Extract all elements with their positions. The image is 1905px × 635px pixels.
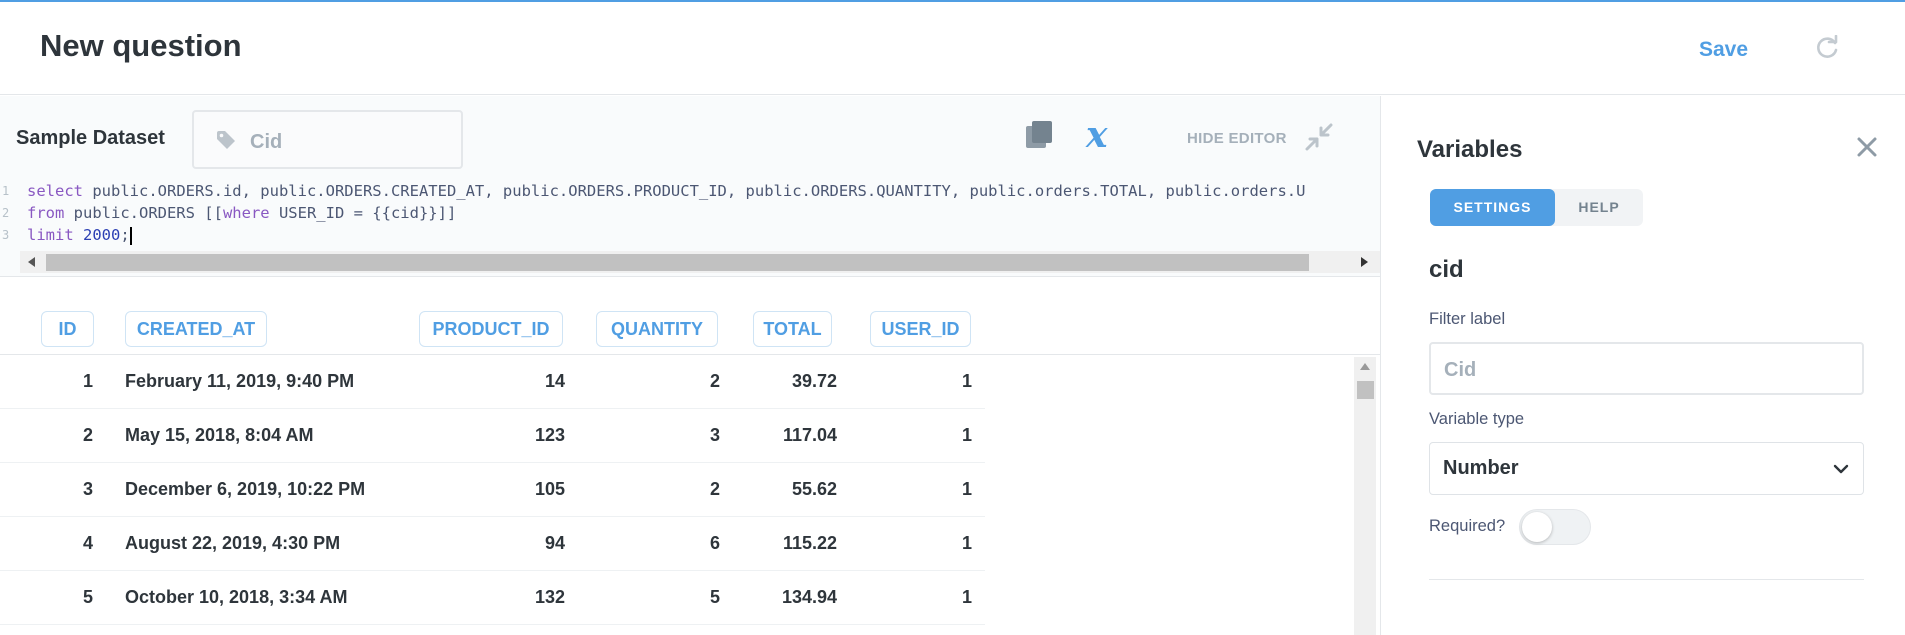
cell-quantity[interactable]: 2: [710, 371, 720, 392]
cell-user-id[interactable]: 1: [962, 479, 972, 500]
scroll-right-arrow-icon[interactable]: [1361, 257, 1368, 267]
chevron-down-icon: [1833, 464, 1849, 474]
refresh-icon[interactable]: [1814, 35, 1840, 61]
column-header-created-at[interactable]: CREATED_AT: [125, 311, 267, 347]
snippets-icon[interactable]: [1024, 120, 1054, 150]
page-title: New question: [40, 28, 242, 63]
cell-id[interactable]: 1: [83, 371, 93, 392]
cell-quantity[interactable]: 5: [710, 587, 720, 608]
line-number: 2: [2, 206, 10, 220]
line-number: 1: [2, 184, 10, 198]
cell-product-id[interactable]: 14: [545, 371, 565, 392]
tab-settings[interactable]: SETTINGS: [1430, 189, 1555, 226]
code-text: from public.ORDERS [[where USER_ID = {{c…: [27, 202, 456, 224]
variable-type-label: Variable type: [1429, 410, 1525, 428]
cell-user-id[interactable]: 1: [962, 425, 972, 446]
horizontal-scroll-thumb[interactable]: [46, 254, 1309, 271]
panel-title: Variables: [1417, 136, 1523, 163]
sql-keyword: where: [222, 204, 270, 222]
sql-keyword: from: [27, 204, 65, 222]
cell-total[interactable]: 55.62: [792, 479, 837, 500]
filter-label-label: Filter label: [1429, 310, 1506, 328]
contract-icon[interactable]: [1304, 122, 1334, 152]
horizontal-scrollbar[interactable]: [20, 251, 1380, 273]
cell-user-id[interactable]: 1: [962, 371, 972, 392]
toggle-knob: [1522, 512, 1552, 542]
cell-quantity[interactable]: 2: [710, 479, 720, 500]
cell-total[interactable]: 115.22: [783, 533, 837, 554]
cell-product-id[interactable]: 94: [545, 533, 565, 554]
cell-id[interactable]: 5: [83, 587, 93, 608]
panel-divider: [1429, 579, 1864, 580]
tab-help[interactable]: HELP: [1555, 189, 1643, 226]
line-number: 3: [2, 228, 10, 242]
native-query-editor: Sample Dataset Cid x HIDE EDITOR 1 select…: [0, 96, 1380, 276]
column-header-total[interactable]: TOTAL: [753, 311, 832, 347]
cell-product-id[interactable]: 123: [535, 425, 565, 446]
required-label: Required?: [1429, 517, 1506, 535]
scroll-up-arrow-icon[interactable]: [1360, 363, 1370, 370]
editor-toolbar: Sample Dataset Cid x HIDE EDITOR: [0, 96, 1380, 180]
settings-help-toggle: SETTINGS HELP: [1430, 189, 1643, 226]
code-text: limit 2000;: [27, 224, 132, 246]
cell-total[interactable]: 134.94: [782, 587, 837, 608]
cell-id[interactable]: 3: [83, 479, 93, 500]
database-name[interactable]: Sample Dataset: [16, 127, 165, 150]
sql-number: 2000: [83, 226, 121, 244]
table-row: 1 February 11, 2019, 9:40 PM 14 2 39.72 1: [0, 355, 985, 409]
cell-total[interactable]: 117.04: [783, 425, 837, 446]
column-header-product-id[interactable]: PRODUCT_ID: [419, 311, 563, 347]
cell-product-id[interactable]: 105: [535, 479, 565, 500]
cell-created-at[interactable]: October 10, 2018, 3:34 AM: [125, 587, 347, 608]
vertical-scroll-thumb[interactable]: [1357, 381, 1374, 399]
text-cursor: [129, 226, 132, 245]
table-row: 3 December 6, 2019, 10:22 PM 105 2 55.62 1: [0, 463, 985, 517]
variables-x-icon[interactable]: x: [1086, 114, 1107, 156]
results-table: ID CREATED_AT PRODUCT_ID QUANTITY TOTAL …: [0, 277, 1380, 635]
table-row: 4 August 22, 2019, 4:30 PM 94 6 115.22 1: [0, 517, 985, 571]
column-header-user-id[interactable]: USER_ID: [870, 311, 971, 347]
column-header-quantity[interactable]: QUANTITY: [596, 311, 718, 347]
filter-label-placeholder: Cid: [1444, 359, 1477, 381]
cell-id[interactable]: 4: [83, 533, 93, 554]
variable-type-select[interactable]: Number: [1429, 442, 1864, 495]
cell-created-at[interactable]: August 22, 2019, 4:30 PM: [125, 533, 340, 554]
code-text: select public.ORDERS.id, public.ORDERS.C…: [27, 180, 1305, 202]
save-button[interactable]: Save: [1699, 38, 1748, 62]
table-row: 5 October 10, 2018, 3:34 AM 132 5 134.94 1: [0, 571, 985, 625]
scroll-left-arrow-icon[interactable]: [28, 257, 35, 267]
cell-quantity[interactable]: 6: [710, 533, 720, 554]
cell-total[interactable]: 39.72: [792, 371, 837, 392]
hide-editor-button[interactable]: HIDE EDITOR: [1187, 130, 1287, 147]
column-header-id[interactable]: ID: [41, 311, 94, 347]
cell-created-at[interactable]: May 15, 2018, 8:04 AM: [125, 425, 313, 446]
variable-widget-cid[interactable]: Cid: [192, 110, 463, 169]
sql-keyword: select: [27, 182, 83, 200]
cell-id[interactable]: 2: [83, 425, 93, 446]
vertical-scrollbar[interactable]: [1354, 357, 1376, 635]
sql-text: public.ORDERS [[: [64, 204, 223, 222]
sql-text: ;: [120, 226, 130, 244]
cell-user-id[interactable]: 1: [962, 587, 972, 608]
required-toggle[interactable]: [1519, 509, 1591, 545]
tag-icon: [217, 131, 235, 149]
variable-type-value: Number: [1443, 457, 1519, 479]
cell-product-id[interactable]: 132: [535, 587, 565, 608]
cell-user-id[interactable]: 1: [962, 533, 972, 554]
cell-quantity[interactable]: 3: [710, 425, 720, 446]
sql-code-area[interactable]: 1 select public.ORDERS.id, public.ORDERS.…: [0, 180, 1380, 250]
variables-sidebar: Variables SETTINGS HELP cid Filter label…: [1380, 96, 1905, 635]
variable-name: cid: [1429, 256, 1464, 283]
cell-created-at[interactable]: December 6, 2019, 10:22 PM: [125, 479, 365, 500]
sql-keyword: limit: [27, 226, 74, 244]
variable-widget-placeholder: Cid: [250, 131, 283, 153]
close-icon[interactable]: [1856, 136, 1878, 158]
header: New question Save: [0, 2, 1905, 95]
filter-label-input[interactable]: Cid: [1429, 342, 1864, 395]
sql-text: public.ORDERS.id, public.ORDERS.CREATED_…: [83, 182, 1306, 200]
cell-created-at[interactable]: February 11, 2019, 9:40 PM: [125, 371, 354, 392]
table-row: 2 May 15, 2018, 8:04 AM 123 3 117.04 1: [0, 409, 985, 463]
sql-text: USER_ID = {{cid}}]]: [269, 204, 457, 222]
